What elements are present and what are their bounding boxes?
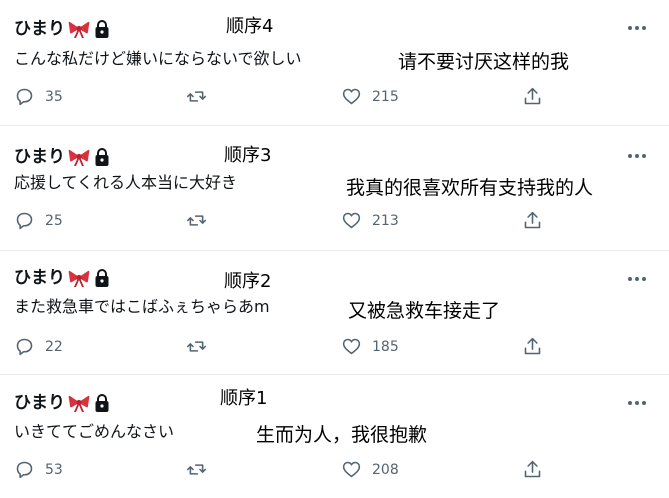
- more-horizontal-icon[interactable]: [627, 150, 647, 162]
- translation-caption: 又被急救车接走了: [348, 300, 501, 322]
- reply-icon: [16, 212, 33, 230]
- tweet-text: また救急車ではこばふぇちゃらあm: [14, 297, 270, 316]
- tweet-text: こんな私だけど嫌いにならないで欲しい: [14, 49, 302, 68]
- like-count: 185: [372, 338, 399, 355]
- reply-count: 22: [45, 338, 63, 355]
- more-horizontal-icon[interactable]: [627, 273, 647, 285]
- translation-caption: 生而为人，我很抱歉: [256, 424, 428, 446]
- author-name[interactable]: ひまり: [14, 18, 65, 40]
- tweet-author[interactable]: ひまり: [14, 18, 111, 40]
- like-icon: [342, 338, 361, 355]
- share-icon: [524, 337, 541, 355]
- tweet-author[interactable]: ひまり: [14, 267, 111, 289]
- lock-icon: [95, 20, 109, 38]
- like-button[interactable]: 213: [341, 210, 399, 231]
- reply-count: 35: [45, 88, 63, 105]
- reply-icon: [16, 88, 33, 106]
- tweet-author[interactable]: ひまり: [14, 392, 111, 414]
- retweet-button[interactable]: [186, 459, 207, 480]
- ribbon-emoji-icon: [68, 21, 90, 38]
- tweet-actions: 53 208: [0, 459, 669, 485]
- tweet-text: 応援してくれる人本当に大好き: [14, 173, 238, 192]
- like-button[interactable]: 185: [341, 336, 399, 357]
- tweet-text: いきててごめんなさい: [14, 422, 175, 441]
- translation-caption: 我真的很喜欢所有支持我的人: [346, 177, 594, 199]
- lock-icon: [95, 394, 109, 412]
- share-button[interactable]: [522, 210, 543, 231]
- tweet-actions: 22 185: [0, 336, 669, 362]
- reply-button[interactable]: 53: [14, 459, 63, 480]
- tweet-card[interactable]: ひまり 顺序3 応援してくれる人本当に大好き 我真的很喜欢所有支持我的人 25 …: [0, 126, 669, 250]
- share-button[interactable]: [522, 459, 543, 480]
- order-label: 顺序2: [224, 271, 272, 292]
- like-icon: [342, 88, 361, 105]
- like-icon: [342, 212, 361, 229]
- lock-icon: [95, 148, 109, 166]
- more-horizontal-icon[interactable]: [627, 22, 647, 34]
- tweet-card[interactable]: ひまり 顺序2 また救急車ではこばふぇちゃらあm 又被急救车接走了 22 185: [0, 251, 669, 375]
- share-button[interactable]: [522, 336, 543, 357]
- like-count: 208: [372, 461, 399, 478]
- tweet-feed: ひまり 顺序4 こんな私だけど嫌いにならないで欲しい 请不要讨厌这样的我 35 …: [0, 0, 669, 498]
- share-icon: [524, 87, 541, 105]
- order-label: 顺序1: [220, 388, 268, 409]
- reply-count: 25: [45, 212, 63, 229]
- retweet-icon: [186, 341, 207, 352]
- author-name[interactable]: ひまり: [14, 267, 65, 289]
- retweet-button[interactable]: [186, 210, 207, 231]
- retweet-button[interactable]: [186, 86, 207, 107]
- tweet-card[interactable]: ひまり 顺序4 こんな私だけど嫌いにならないで欲しい 请不要讨厌这样的我 35 …: [0, 0, 669, 124]
- like-icon: [342, 461, 361, 478]
- retweet-icon: [186, 464, 207, 475]
- order-label: 顺序4: [226, 16, 274, 37]
- reply-button[interactable]: 35: [14, 86, 63, 107]
- like-count: 213: [372, 212, 399, 229]
- ribbon-emoji-icon: [68, 395, 90, 412]
- ribbon-emoji-icon: [68, 270, 90, 287]
- reply-icon: [16, 338, 33, 356]
- like-button[interactable]: 215: [341, 86, 399, 107]
- more-horizontal-icon[interactable]: [627, 397, 647, 409]
- ribbon-emoji-icon: [68, 149, 90, 166]
- share-icon: [524, 460, 541, 478]
- retweet-button[interactable]: [186, 336, 207, 357]
- reply-icon: [16, 461, 33, 479]
- like-count: 215: [372, 88, 399, 105]
- share-button[interactable]: [522, 86, 543, 107]
- reply-button[interactable]: 22: [14, 336, 63, 357]
- author-name[interactable]: ひまり: [14, 392, 65, 414]
- reply-count: 53: [45, 461, 63, 478]
- author-name[interactable]: ひまり: [14, 146, 65, 168]
- reply-button[interactable]: 25: [14, 210, 63, 231]
- tweet-actions: 25 213: [0, 210, 669, 236]
- retweet-icon: [186, 91, 207, 102]
- retweet-icon: [186, 215, 207, 226]
- translation-caption: 请不要讨厌这样的我: [398, 51, 570, 73]
- order-label: 顺序3: [224, 145, 272, 166]
- tweet-author[interactable]: ひまり: [14, 146, 111, 168]
- tweet-actions: 35 215: [0, 86, 669, 112]
- tweet-card[interactable]: ひまり 顺序1 いきててごめんなさい 生而为人，我很抱歉 53 208: [0, 375, 669, 498]
- like-button[interactable]: 208: [341, 459, 399, 480]
- lock-icon: [95, 269, 109, 287]
- share-icon: [524, 211, 541, 229]
